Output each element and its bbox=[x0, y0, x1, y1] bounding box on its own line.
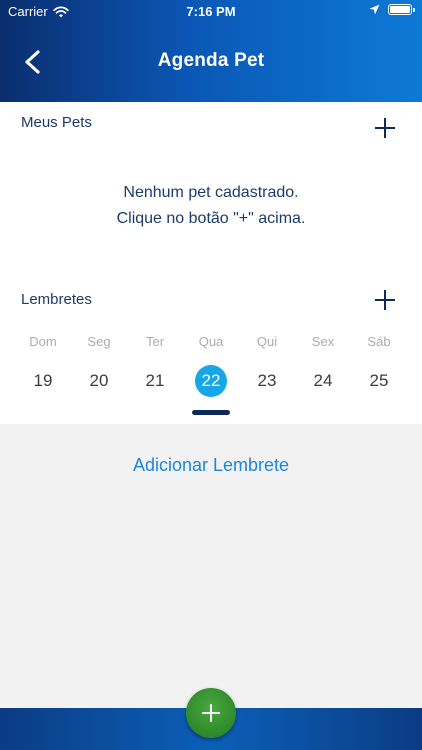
empty-message-line-2: Clique no botão "+" acima. bbox=[116, 210, 306, 227]
location-icon bbox=[369, 4, 380, 15]
add-reminder-link[interactable]: Adicionar Lembrete bbox=[0, 455, 422, 476]
weekday-label: Qui bbox=[256, 334, 278, 349]
day-number: 22 bbox=[195, 365, 227, 397]
day-cell[interactable]: 24 bbox=[295, 365, 351, 397]
header: Carrier 7:16 PM Agenda Pet bbox=[0, 0, 422, 102]
weekday-header: Dom Seg Ter Qua Qui Sex Sáb bbox=[15, 334, 407, 349]
weekday-label: Ter bbox=[145, 334, 165, 349]
day-number: 23 bbox=[257, 371, 277, 390]
week-days-row: 19 20 21 22 23 24 25 bbox=[15, 365, 407, 397]
status-icons bbox=[369, 4, 415, 15]
main-content: Meus Pets Nenhum pet cadastrado. Clique … bbox=[0, 102, 422, 424]
clock: 7:16 PM bbox=[186, 4, 236, 19]
reminders-section-title: Lembretes bbox=[21, 291, 92, 308]
day-cell[interactable]: 19 bbox=[15, 365, 71, 397]
pets-section-title: Meus Pets bbox=[21, 114, 92, 131]
day-number: 25 bbox=[369, 371, 389, 390]
add-reminder-plus-button[interactable] bbox=[374, 289, 396, 311]
weekday-label: Sex bbox=[311, 334, 335, 349]
day-number: 20 bbox=[89, 371, 109, 390]
weekday-label: Seg bbox=[87, 334, 111, 349]
weekday-label: Sáb bbox=[367, 334, 391, 349]
selected-day-indicator bbox=[192, 410, 230, 415]
battery-icon bbox=[388, 4, 415, 15]
empty-message-line-1: Nenhum pet cadastrado. bbox=[123, 184, 299, 201]
add-pet-button[interactable] bbox=[374, 117, 396, 139]
day-number: 21 bbox=[145, 371, 165, 390]
day-number: 24 bbox=[313, 371, 333, 390]
day-cell[interactable]: 25 bbox=[351, 365, 407, 397]
status-bar: Carrier 7:16 PM bbox=[0, 0, 422, 22]
weekday-label: Qua bbox=[198, 334, 224, 349]
day-cell[interactable]: 21 bbox=[127, 365, 183, 397]
weekday-label: Dom bbox=[29, 334, 57, 349]
day-cell[interactable]: 20 bbox=[71, 365, 127, 397]
page-title: Agenda Pet bbox=[157, 50, 265, 71]
day-cell[interactable]: 23 bbox=[239, 365, 295, 397]
day-cell-selected[interactable]: 22 bbox=[183, 365, 239, 397]
add-fab-button[interactable] bbox=[186, 688, 236, 738]
day-number: 19 bbox=[33, 371, 53, 390]
empty-pets-message: Nenhum pet cadastrado. Clique no botão "… bbox=[0, 180, 422, 232]
